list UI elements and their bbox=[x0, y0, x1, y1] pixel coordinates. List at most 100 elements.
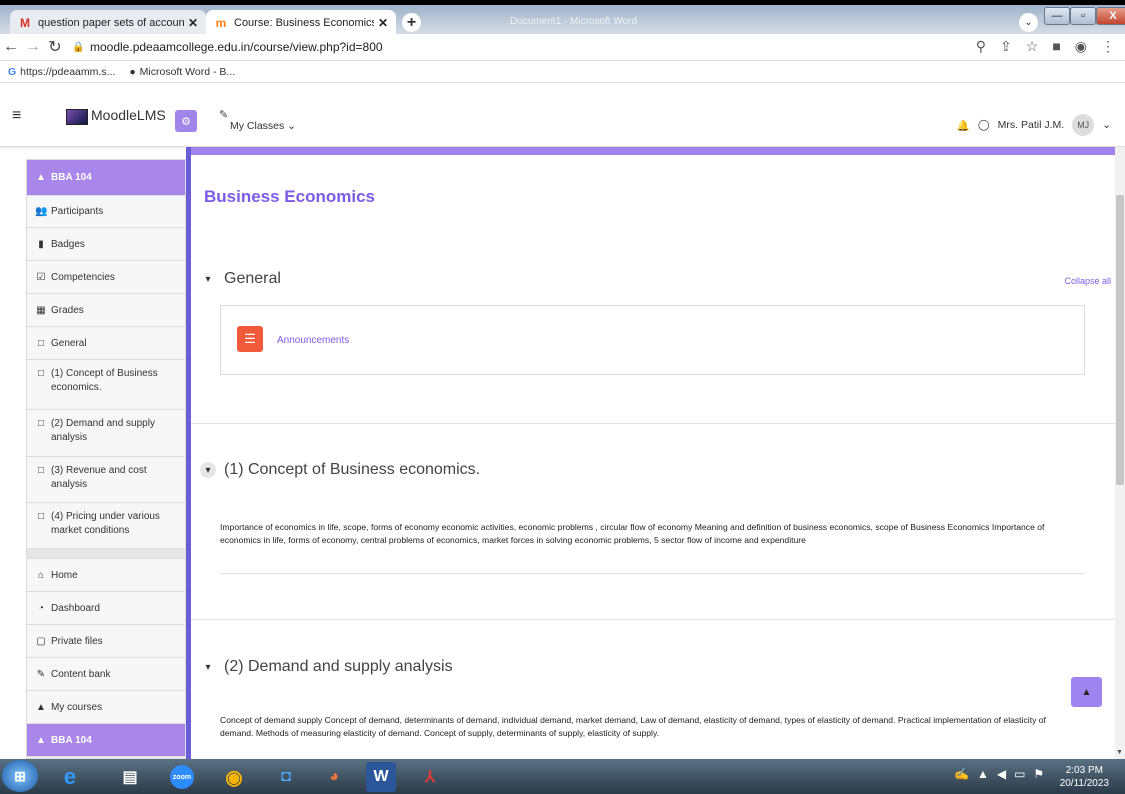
sidebar-item-private-files[interactable]: ▢ Private files bbox=[27, 625, 185, 658]
ie-icon[interactable]: e bbox=[48, 762, 92, 792]
pdf-icon[interactable]: ⅄ bbox=[408, 762, 452, 792]
chevron-down-icon[interactable]: ▾ bbox=[200, 659, 216, 675]
section-header-1[interactable]: ▾ (1) Concept of Business economics. bbox=[200, 461, 480, 479]
system-tray: ✍ ▲ ◀ ▭ ⚑ bbox=[954, 767, 1044, 781]
share-icon[interactable]: ⇪ bbox=[1000, 38, 1012, 55]
zoom-icon[interactable]: ⚲ bbox=[976, 38, 986, 55]
sidebar-item-label: BBA 104 bbox=[51, 734, 92, 746]
site-name[interactable]: MoodleLMS bbox=[91, 107, 166, 123]
volume-icon[interactable]: ◀ bbox=[997, 767, 1006, 781]
scrollbar-thumb[interactable] bbox=[1116, 195, 1124, 485]
tab-title: Course: Business Economics bbox=[234, 17, 374, 29]
sidebar-item-competencies[interactable]: ☑ Competencies bbox=[27, 261, 185, 294]
course-content: Business Economics ▾ General Collapse al… bbox=[191, 147, 1115, 759]
close-icon[interactable]: ✕ bbox=[188, 16, 198, 30]
chevron-down-icon[interactable]: ⌄ bbox=[1102, 119, 1111, 131]
brush-icon: ✎ bbox=[36, 668, 46, 680]
meet-icon[interactable]: ◕ bbox=[312, 762, 356, 792]
chevron-down-icon[interactable]: ▾ bbox=[200, 462, 216, 478]
reload-icon[interactable]: ↻ bbox=[44, 37, 66, 57]
site-logo[interactable] bbox=[66, 109, 88, 125]
sidebar-item-badges[interactable]: ▮ Badges bbox=[27, 228, 185, 261]
checkbox-icon: ☑ bbox=[36, 271, 46, 283]
sidebar-item-my-courses[interactable]: ▲ My courses bbox=[27, 691, 185, 724]
start-button[interactable]: ⊞ bbox=[2, 760, 38, 792]
sidebar-item-general[interactable]: □ General bbox=[27, 327, 185, 360]
app-icon[interactable]: ◘ bbox=[264, 762, 308, 792]
sidebar-item-section-3[interactable]: □ (3) Revenue and cost analysis bbox=[27, 457, 185, 503]
forum-icon[interactable]: ☰ bbox=[237, 326, 263, 352]
sidebar-item-dashboard[interactable]: ◔ Dashboard bbox=[27, 592, 185, 625]
new-tab-button[interactable]: + bbox=[402, 13, 421, 32]
my-classes-menu[interactable]: My Classes ⌄ bbox=[230, 120, 296, 132]
sidebar-item-label: My courses bbox=[51, 701, 103, 713]
background-window-title: Document1 - Microsoft Word bbox=[510, 16, 638, 27]
pen-icon[interactable]: ✍ bbox=[954, 767, 969, 781]
window-close-button[interactable]: X bbox=[1096, 7, 1125, 25]
sidebar-item-content-bank[interactable]: ✎ Content bank bbox=[27, 658, 185, 691]
sidebar-item-section-2[interactable]: □ (2) Demand and supply analysis bbox=[27, 410, 185, 457]
section-header-2[interactable]: ▾ (2) Demand and supply analysis bbox=[200, 658, 452, 676]
tab-search-icon[interactable]: ⌄ bbox=[1019, 13, 1038, 32]
back-icon[interactable]: ← bbox=[0, 38, 22, 56]
bookmark-star-icon[interactable]: ☆ bbox=[1026, 38, 1039, 55]
clock[interactable]: 2:03 PM 20/11/2023 bbox=[1060, 764, 1109, 790]
folder-icon[interactable]: ▤ bbox=[108, 762, 152, 792]
chevron-down-icon[interactable]: ▾ bbox=[200, 271, 216, 287]
bookmark-word[interactable]: ● Microsoft Word - B... bbox=[129, 66, 235, 78]
scroll-down-icon[interactable]: ▼ bbox=[1116, 749, 1123, 756]
edit-icon[interactable]: ✎ bbox=[219, 108, 228, 121]
menu-icon[interactable]: ⋮ bbox=[1101, 38, 1115, 55]
network-icon[interactable]: ▭ bbox=[1014, 767, 1025, 781]
dashboard-icon: ◔ bbox=[37, 602, 45, 614]
user-name: Mrs. Patil J.M. bbox=[997, 119, 1065, 131]
avatar[interactable]: MJ bbox=[1072, 114, 1095, 136]
sidebar-course-header[interactable]: ▲ BBA 104 bbox=[27, 160, 185, 196]
flag-icon[interactable]: ⚑ bbox=[1033, 767, 1044, 781]
folder-icon: □ bbox=[37, 418, 45, 429]
window-controls: — ▫ X bbox=[1044, 7, 1125, 25]
sidebar-item-participants[interactable]: 👥 Participants bbox=[27, 196, 185, 228]
sidebar-item-label: Private files bbox=[51, 635, 103, 647]
zoom-app-label: zoom bbox=[170, 765, 194, 789]
show-hidden-icon[interactable]: ▲ bbox=[977, 767, 989, 781]
sidebar-item-grades[interactable]: ▦ Grades bbox=[27, 294, 185, 327]
minimize-button[interactable]: — bbox=[1044, 7, 1070, 25]
url-field[interactable]: 🔒 moodle.pdeaamcollege.edu.in/course/vie… bbox=[72, 40, 383, 54]
maximize-button[interactable]: ▫ bbox=[1070, 7, 1096, 25]
user-menu[interactable]: 🔔 ◯ Mrs. Patil J.M. MJ ⌄ bbox=[957, 114, 1111, 136]
graduation-cap-icon: ▲ bbox=[36, 172, 46, 183]
sidebar-item-section-1[interactable]: □ (1) Concept of Business economics. bbox=[27, 360, 185, 410]
close-icon[interactable]: ✕ bbox=[378, 16, 388, 30]
collapse-all-link[interactable]: Collapse all bbox=[1064, 276, 1111, 286]
zoom-app-icon[interactable]: zoom bbox=[160, 762, 204, 792]
bookmark-label: Microsoft Word - B... bbox=[139, 65, 236, 78]
sidebar-item-label: Grades bbox=[51, 304, 84, 316]
browser-window: M question paper sets of accountin ✕ m C… bbox=[0, 0, 1125, 794]
bell-icon[interactable]: 🔔 bbox=[957, 119, 970, 132]
sidebar-item-bba104[interactable]: ▲ BBA 104 bbox=[27, 724, 185, 757]
sidebar-item-home[interactable]: ⌂ Home bbox=[27, 559, 185, 592]
profile-icon[interactable]: ◉ bbox=[1075, 38, 1087, 55]
sidepanel-icon[interactable]: ■ bbox=[1052, 38, 1060, 55]
sidebar-item-label: Home bbox=[51, 569, 78, 581]
announcements-link[interactable]: Announcements bbox=[277, 335, 349, 346]
settings-gear-button[interactable]: ⚙ bbox=[175, 110, 197, 132]
google-icon: G bbox=[8, 65, 17, 78]
graduation-cap-icon: ▲ bbox=[36, 734, 46, 746]
hamburger-icon[interactable]: ≡ bbox=[12, 107, 21, 125]
page-title: Business Economics bbox=[204, 187, 376, 206]
tab-moodle[interactable]: m Course: Business Economics ✕ bbox=[206, 10, 396, 36]
shield-icon: ▮ bbox=[38, 238, 44, 250]
bookmark-label: https://pdeaamm.s... bbox=[20, 65, 116, 78]
back-to-top-button[interactable]: ▲ bbox=[1071, 677, 1102, 707]
word-icon[interactable]: W bbox=[366, 762, 396, 792]
sidebar-item-section-4[interactable]: □ (4) Pricing under various market condi… bbox=[27, 503, 185, 549]
chat-icon[interactable]: ◯ bbox=[978, 119, 990, 131]
bookmark-pdeaamm[interactable]: G https://pdeaamm.s... bbox=[8, 66, 115, 78]
tab-gmail[interactable]: M question paper sets of accountin ✕ bbox=[10, 10, 206, 36]
section-header-general[interactable]: ▾ General bbox=[200, 270, 280, 288]
forward-icon[interactable]: → bbox=[22, 38, 44, 56]
url-text: moodle.pdeaamcollege.edu.in/course/view.… bbox=[90, 40, 383, 54]
chrome-icon[interactable]: ◉ bbox=[212, 762, 256, 792]
